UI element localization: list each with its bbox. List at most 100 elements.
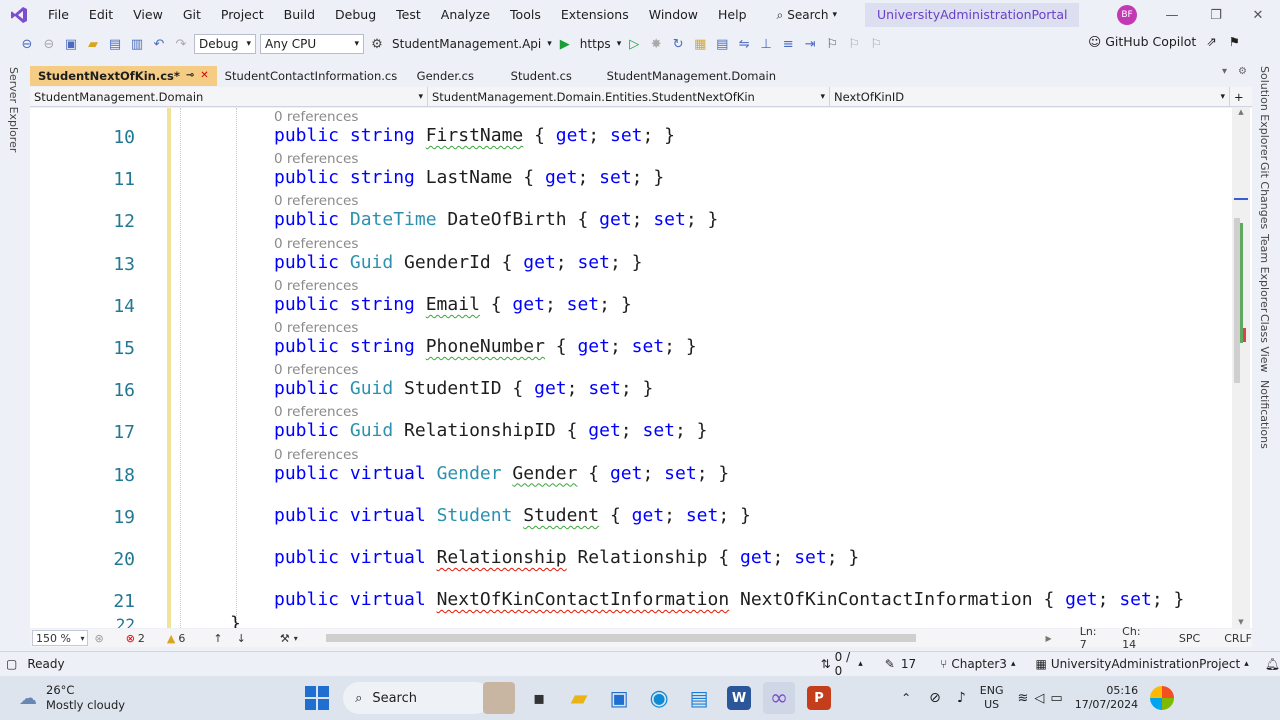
tab-studentcontactinformation[interactable]: StudentContactInformation.cs (217, 66, 409, 86)
visual-studio-logo-icon[interactable] (8, 4, 30, 26)
menu-item-extensions[interactable]: Extensions (551, 0, 639, 30)
bookmark-next-icon[interactable]: ⚐ (867, 35, 885, 53)
avatar[interactable]: BF (1117, 5, 1137, 25)
platform-select[interactable]: Any CPU ▾ (260, 34, 364, 54)
solution-explorer-tab[interactable]: Solution Explorer (1258, 66, 1271, 160)
codelens-references[interactable]: 0 references (274, 404, 358, 420)
arrow-down-icon[interactable]: ↓ (237, 632, 246, 645)
notifications-tab[interactable]: Notifications (1258, 380, 1271, 449)
edit-count[interactable]: 17 (901, 657, 916, 671)
scroll-right-icon[interactable]: ▶ (1046, 634, 1052, 643)
arrow-up-icon[interactable]: ↑ (213, 632, 222, 645)
chevron-down-icon[interactable]: ▾ (547, 39, 552, 49)
configuration-select[interactable]: Debug ▾ (194, 34, 256, 54)
tab-student[interactable]: Student.cs (503, 66, 599, 86)
github-copilot-button[interactable]: ☺ GitHub Copilot ⇗ ⚑ (1088, 34, 1240, 49)
volume-icon[interactable]: ◁ (1034, 691, 1044, 706)
chevron-up-icon[interactable]: ▴ (858, 659, 863, 669)
wifi-icon[interactable]: ≋ (1018, 691, 1029, 706)
run-profile-button[interactable]: https (578, 37, 613, 51)
visual-studio-taskbar-icon[interactable]: ∞ (763, 682, 796, 714)
start-without-debug-icon[interactable]: ▷ (625, 35, 643, 53)
notification-bell-icon[interactable]: 🔔︎ (1265, 657, 1280, 671)
chevron-up-icon[interactable]: ▴ (1244, 659, 1249, 669)
share-icon[interactable]: ⇗ (1206, 34, 1216, 49)
pencil-icon[interactable]: ✎ (885, 657, 895, 671)
code-editor[interactable]: 0 references 10 public string FirstName { … (30, 108, 1252, 628)
file-explorer-icon[interactable]: ▰ (563, 682, 595, 714)
maximize-button[interactable]: ❐ (1194, 0, 1238, 30)
column-indicator[interactable]: Ch: 14 (1122, 625, 1157, 651)
step-icon[interactable]: ⊥ (757, 35, 775, 53)
menu-item-view[interactable]: View (123, 0, 173, 30)
menu-item-edit[interactable]: Edit (79, 0, 123, 30)
branch-name[interactable]: Chapter3 (951, 657, 1007, 671)
bookmark-icon[interactable]: ⚐ (823, 35, 841, 53)
windows-start-icon[interactable] (305, 686, 330, 710)
vertical-scrollbar[interactable]: ▲ ▼ (1232, 108, 1250, 628)
weather-widget[interactable]: 26°C Mostly cloudy (46, 683, 125, 713)
server-explorer-tab[interactable]: Server Explorer (7, 67, 20, 152)
store-icon[interactable]: ▣ (603, 682, 635, 714)
redo-icon[interactable]: ↷ (172, 35, 190, 53)
zoom-select[interactable]: 150 % ▾ (32, 630, 89, 646)
menu-item-file[interactable]: File (38, 0, 79, 30)
terminal-icon[interactable]: ▪ (523, 682, 555, 714)
refresh-icon[interactable]: ↻ (669, 35, 687, 53)
pin-icon[interactable]: ⊸ (186, 66, 194, 86)
layout-icon[interactable]: ▤ (713, 35, 731, 53)
repository-icon[interactable]: ▦ (1035, 657, 1046, 671)
edge-icon[interactable]: ◉ (643, 682, 675, 714)
codelens-references[interactable]: 0 references (274, 236, 358, 252)
forward-icon[interactable]: ⊖ (40, 35, 58, 53)
taskbar-search[interactable]: ⌕ Search (343, 682, 492, 714)
scroll-down-icon[interactable]: ▼ (1234, 618, 1248, 626)
chevron-down-icon[interactable]: ▾ (617, 39, 622, 49)
warning-count[interactable]: 6 (178, 632, 185, 645)
chevron-down-icon[interactable]: ▾ (294, 634, 298, 643)
codelens-references[interactable]: 0 references (274, 362, 358, 378)
git-changes-tab[interactable]: Git Changes (1258, 162, 1271, 229)
back-icon[interactable]: ⊖ (18, 35, 36, 53)
team-explorer-tab[interactable]: Team Explorer (1258, 234, 1271, 312)
menu-item-git[interactable]: Git (173, 0, 211, 30)
scroll-up-icon[interactable]: ▲ (1234, 108, 1248, 116)
member-dropdown[interactable]: NextOfKinID ▾ (830, 87, 1230, 107)
code-cleanup-icon[interactable]: ⚒ (280, 632, 290, 645)
tab-gender[interactable]: Gender.cs (409, 66, 503, 86)
menu-item-build[interactable]: Build (274, 0, 325, 30)
horizontal-scrollbar[interactable] (325, 634, 1024, 642)
codelens-references[interactable]: 0 references (274, 151, 358, 167)
feedback-icon[interactable]: ⚑ (1229, 34, 1240, 49)
error-icon[interactable]: ⊗ (126, 632, 135, 645)
microphone-icon[interactable]: ♪ (957, 690, 966, 706)
codelens-references[interactable]: 0 references (274, 320, 358, 336)
health-icon[interactable]: ⊛ (94, 632, 103, 645)
bookmark-prev-icon[interactable]: ⚐ (845, 35, 863, 53)
powerpoint-icon[interactable]: P (807, 686, 832, 710)
warning-icon[interactable]: ▲ (167, 632, 175, 645)
gear-icon[interactable]: ⚙ (1238, 66, 1247, 77)
sync-icon[interactable]: ⇅ (821, 657, 831, 671)
weather-cloud-icon[interactable]: ☁ (16, 686, 40, 710)
chevron-up-icon[interactable]: ▴ (1011, 659, 1016, 669)
codelens-references[interactable]: 0 references (274, 193, 358, 209)
undo-icon[interactable]: ↶ (150, 35, 168, 53)
sync-count[interactable]: 0 / 0 (835, 650, 855, 678)
codelens-references[interactable]: 0 references (274, 109, 358, 125)
error-count[interactable]: 2 (138, 632, 145, 645)
type-dropdown[interactable]: StudentManagement.Domain.Entities.Studen… (428, 87, 830, 107)
play-icon[interactable]: ▶ (556, 35, 574, 53)
minimize-button[interactable]: — (1150, 0, 1194, 30)
output-icon[interactable]: ▢ (6, 657, 17, 671)
branch-icon[interactable]: ⑂ (940, 657, 947, 671)
comment-icon[interactable]: ≡ (779, 35, 797, 53)
indent-icon[interactable]: ⇥ (801, 35, 819, 53)
menu-item-project[interactable]: Project (211, 0, 274, 30)
word-icon[interactable]: W (727, 686, 752, 710)
tab-list-icon[interactable]: ▾ (1222, 66, 1227, 77)
language-indicator[interactable]: ENG US (980, 684, 1004, 712)
browser-link-icon[interactable]: ▦ (691, 35, 709, 53)
copilot-taskbar-icon[interactable] (1150, 686, 1175, 710)
project-name[interactable]: UniversityAdministrationProject (1051, 657, 1240, 671)
